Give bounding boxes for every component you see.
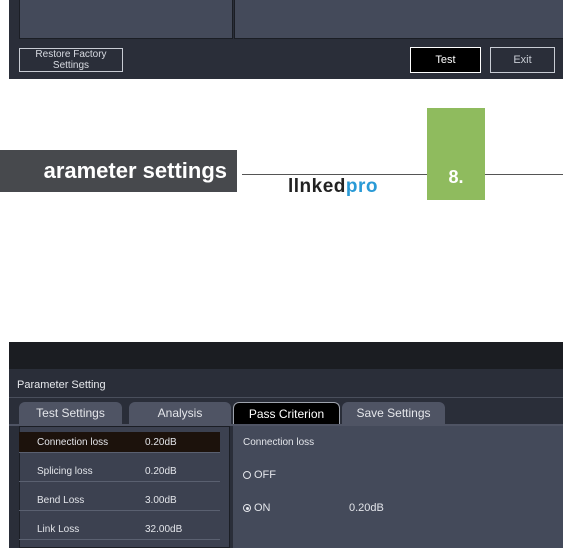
criteria-name: Link Loss	[37, 523, 80, 535]
option-on-label: ON	[254, 502, 271, 514]
criteria-row-link-loss[interactable]: Link Loss 32.00dB	[19, 519, 220, 539]
restore-factory-settings-button[interactable]: Restore Factory Settings	[19, 48, 123, 72]
tab-test-settings[interactable]: Test Settings	[19, 402, 122, 424]
criterion-detail-panel: Connection loss OFF ON 0.20dB	[233, 426, 563, 548]
criteria-value: 0.20dB	[145, 465, 177, 477]
top-button-bar: Restore Factory Settings Test Exit	[9, 40, 563, 79]
test-button[interactable]: Test	[410, 47, 481, 73]
top-device-screen: Restore Factory Settings Test Exit	[9, 0, 563, 79]
option-on[interactable]: ON 0.20dB	[243, 502, 443, 514]
criteria-name: Bend Loss	[37, 494, 85, 506]
top-left-panel	[19, 0, 233, 39]
criteria-value: 3.00dB	[145, 494, 177, 506]
row-divider	[19, 510, 220, 511]
option-off[interactable]: OFF	[243, 469, 276, 481]
tab-pass-criterion[interactable]: Pass Criterion	[233, 402, 340, 424]
radio-on-icon[interactable]	[243, 504, 251, 512]
brand-logo: llnkedpro	[288, 176, 378, 198]
header-divider	[242, 174, 563, 175]
row-divider	[19, 481, 220, 482]
tab-analysis[interactable]: Analysis	[129, 402, 231, 424]
row-divider	[19, 539, 220, 540]
detail-heading: Connection loss	[243, 437, 315, 448]
section-title: arameter settings	[0, 150, 237, 192]
option-off-label: OFF	[254, 469, 276, 481]
criteria-name: Connection loss	[37, 436, 109, 448]
criteria-row-bend-loss[interactable]: Bend Loss 3.00dB	[19, 490, 220, 510]
criteria-value: 0.20dB	[145, 436, 177, 448]
radio-off-icon[interactable]	[243, 471, 251, 479]
threshold-value[interactable]: 0.20dB	[349, 502, 384, 514]
tab-save-settings[interactable]: Save Settings	[342, 402, 445, 424]
page-number-badge: 8.	[427, 108, 485, 200]
top-right-panel	[234, 0, 563, 39]
title-divider	[9, 397, 563, 398]
row-divider	[19, 452, 220, 453]
criteria-row-splicing-loss[interactable]: Splicing loss 0.20dB	[19, 461, 220, 481]
parameter-setting-screen: Parameter Setting Test Settings Analysis…	[9, 342, 563, 548]
brand-prefix: llnked	[288, 176, 346, 197]
criteria-value: 32.00dB	[145, 523, 183, 535]
criteria-row-connection-loss[interactable]: Connection loss 0.20dB	[19, 432, 220, 452]
window-title: Parameter Setting	[17, 379, 106, 391]
exit-button[interactable]: Exit	[490, 47, 555, 73]
top-panels	[19, 0, 563, 40]
brand-suffix: pro	[345, 176, 379, 197]
criteria-name: Splicing loss	[37, 465, 93, 477]
